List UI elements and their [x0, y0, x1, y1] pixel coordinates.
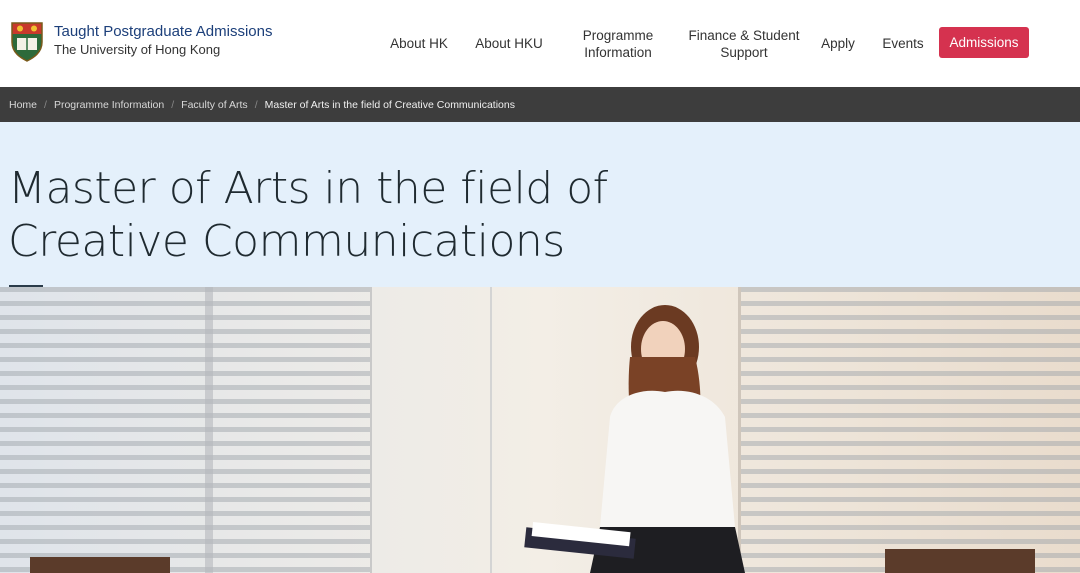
hero-photo	[0, 287, 1080, 573]
nav-about-hku[interactable]: About HKU	[470, 0, 548, 87]
page-title: Master of Arts in the field of Creative …	[8, 163, 608, 267]
breadcrumb-current: Master of Arts in the field of Creative …	[264, 98, 515, 111]
nav-finance-student-support[interactable]: Finance & Student Support	[688, 0, 800, 87]
site-header: Taught Postgraduate Admissions The Unive…	[0, 0, 1080, 87]
breadcrumb: Home / Programme Information / Faculty o…	[0, 87, 1080, 122]
hero-image	[0, 287, 1080, 573]
brand-logo-link[interactable]: Taught Postgraduate Admissions The Unive…	[9, 20, 272, 62]
hku-crest-icon	[11, 22, 43, 62]
title-band: Master of Arts in the field of Creative …	[0, 122, 1080, 287]
breadcrumb-home[interactable]: Home	[9, 99, 37, 111]
admissions-button[interactable]: Admissions	[939, 27, 1029, 58]
nav-programme-information[interactable]: Programme Information	[572, 0, 664, 87]
breadcrumb-separator: /	[171, 98, 175, 111]
nav-apply[interactable]: Apply	[814, 0, 862, 87]
breadcrumb-separator: /	[44, 98, 47, 111]
breadcrumb-faculty-of-arts[interactable]: Faculty of Arts	[181, 99, 248, 111]
breadcrumb-programme-information[interactable]: Programme Information	[54, 99, 164, 111]
brand-title[interactable]: Taught Postgraduate Admissions	[54, 23, 272, 41]
nav-events[interactable]: Events	[877, 0, 929, 87]
brand-subtitle: The University of Hong Kong	[54, 42, 221, 57]
nav-about-hk[interactable]: About HK	[383, 0, 455, 87]
breadcrumb-separator: /	[254, 98, 258, 111]
